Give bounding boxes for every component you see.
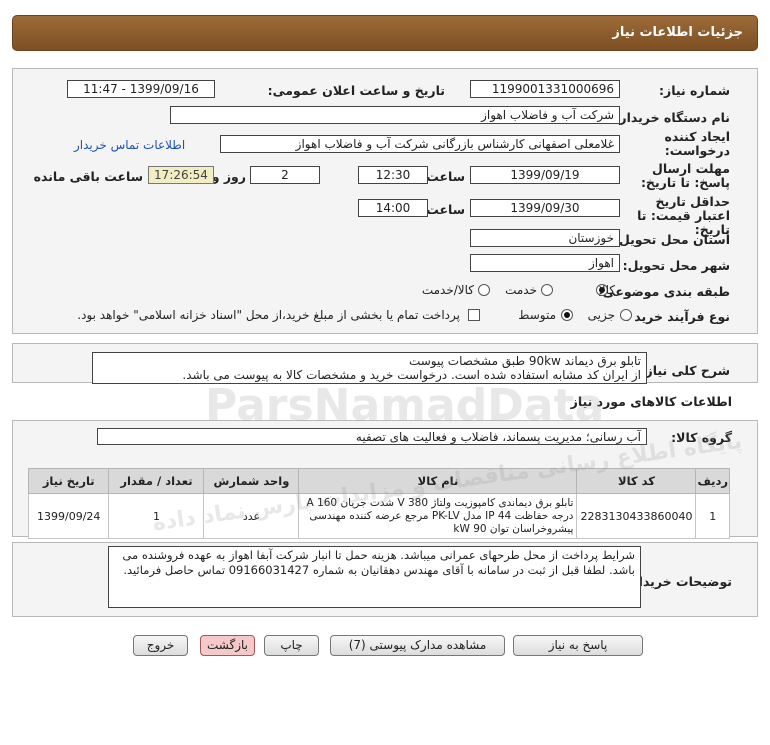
goods-section-title: اطلاعات کالاهای مورد نیاز: [570, 394, 732, 409]
deadline-time-label: ساعت: [426, 169, 465, 184]
description-label: شرح کلی نیاز:: [640, 363, 730, 378]
col-unit: واحد شمارش: [203, 468, 300, 494]
buyer-contact-link[interactable]: اطلاعات تماس خریدار: [74, 138, 185, 152]
reply-button[interactable]: پاسخ به نیاز: [513, 635, 643, 656]
process-option-minor: جزیی: [587, 308, 615, 322]
col-row: ردیف: [695, 468, 730, 494]
cell-row: 1: [695, 493, 730, 539]
cell-code: 2283130433860040: [576, 493, 697, 539]
goods-table: ردیف کد کالا نام کالا واحد شمارش تعداد /…: [27, 468, 730, 539]
col-name: نام کالا: [298, 468, 578, 494]
view-attachments-button[interactable]: مشاهده مدارک پیوستی (7): [330, 635, 505, 656]
goods-group-label: گروه کالا:: [671, 430, 732, 445]
goods-group-field: آب رسانی؛ مدیریت پسماند، فاضلاب و فعالیت…: [97, 428, 647, 445]
page-header: جزئیات اطلاعات نیاز: [12, 15, 758, 51]
print-button[interactable]: چاپ: [264, 635, 319, 656]
category-radio-both[interactable]: [478, 284, 490, 296]
process-radio-medium[interactable]: [561, 309, 573, 321]
description-box: تابلو برق دیماند 90kw طبق مشخصات پیوست ا…: [92, 352, 647, 384]
province-label: استان محل تحویل:: [613, 232, 730, 247]
category-option-goods: کالا: [598, 283, 615, 297]
buyer-notes-box: شرایط پرداخت از محل طرحهای عمرانی میباشد…: [108, 546, 641, 608]
countdown-timer: 17:26:54: [148, 166, 214, 184]
process-option-medium: متوسط: [518, 308, 556, 322]
cell-qty: 1: [108, 493, 205, 539]
announce-datetime-field: 1399/09/16 - 11:47: [67, 80, 215, 98]
back-button[interactable]: بازگشت: [200, 635, 255, 656]
remaining-label: ساعت باقی مانده: [33, 169, 143, 184]
validity-time-label: ساعت: [426, 202, 465, 217]
category-option-service: خدمت: [505, 283, 537, 297]
page-title: جزئیات اطلاعات نیاز: [612, 25, 743, 40]
need-number-field: 1199001331000696: [470, 80, 620, 98]
validity-label: حداقل تاریخ اعتبار قیمت: تا تاریخ:: [637, 194, 730, 237]
col-date: تاریخ نیاز: [27, 468, 110, 494]
process-radio-minor[interactable]: [620, 309, 632, 321]
treasury-payment-checkbox[interactable]: [468, 309, 480, 321]
province-field: خوزستان: [470, 229, 620, 247]
deadline-date-field: 1399/09/19: [470, 166, 620, 184]
treasury-payment-note: پرداخت تمام یا بخشی از مبلغ خرید،از محل …: [77, 308, 460, 322]
description-line-1: تابلو برق دیماند 90kw طبق مشخصات پیوست: [408, 354, 641, 368]
deadline-label: مهلت ارسال پاسخ: تا تاریخ:: [640, 161, 730, 190]
category-option-both: کالا/خدمت: [421, 283, 474, 297]
announce-label: تاریخ و ساعت اعلان عمومی:: [267, 83, 445, 98]
cell-name: تابلو برق دیماندی کامپوزیت ولتاژ 380 V ش…: [298, 493, 578, 539]
need-number-label: شماره نیاز:: [659, 83, 730, 98]
buyer-org-label: نام دستگاه خریدار:: [614, 110, 730, 125]
buyer-org-field: شرکت آب و فاضلاب اهواز: [170, 106, 620, 124]
col-qty: تعداد / مقدار: [108, 468, 205, 494]
cell-unit: عدد: [203, 493, 300, 539]
category-radio-service[interactable]: [541, 284, 553, 296]
city-label: شهر محل تحویل:: [622, 258, 730, 273]
creator-field: غلامعلی اصفهانی کارشناس بازرگانی شرکت آب…: [220, 135, 620, 153]
city-field: اهواز: [470, 254, 620, 272]
exit-button[interactable]: خروج: [133, 635, 188, 656]
col-code: کد کالا: [576, 468, 697, 494]
validity-date-field: 1399/09/30: [470, 199, 620, 217]
remaining-days-field: 2: [250, 166, 320, 184]
days-label: روز و: [211, 169, 246, 184]
validity-time-field: 14:00: [358, 199, 428, 217]
buyer-notes-label: توضیحات خریدار:: [626, 574, 732, 589]
category-label: طبقه بندی موضوعی:: [597, 284, 730, 299]
table-row: 1 2283130433860040 تابلو برق دیماندی کام…: [27, 493, 730, 539]
deadline-time-field: 12:30: [358, 166, 428, 184]
goods-table-header: ردیف کد کالا نام کالا واحد شمارش تعداد /…: [27, 468, 730, 494]
cell-date: 1399/09/24: [27, 493, 110, 539]
creator-label: ایجاد کننده درخواست:: [664, 129, 730, 158]
description-line-2: از ایران کد مشابه استفاده شده است. درخوا…: [182, 368, 641, 382]
process-label: نوع فرآیند خرید :: [624, 309, 730, 324]
